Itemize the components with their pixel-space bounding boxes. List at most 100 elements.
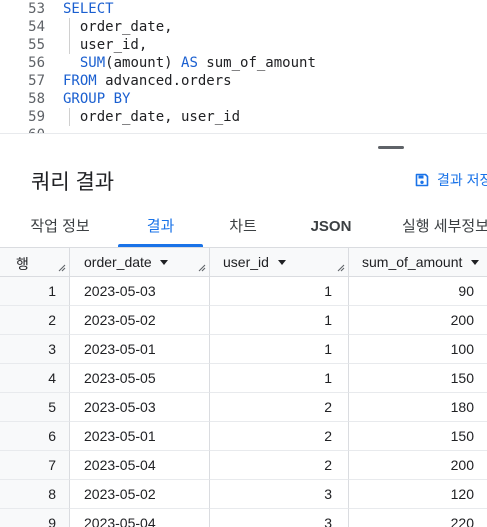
sum-of-amount-cell[interactable]: 200 [349,306,487,335]
save-icon [415,173,429,187]
code-text: order_date, user_id [63,108,240,126]
line-number: 53 [28,1,45,17]
row-number-cell: 5 [0,393,70,422]
code-line[interactable]: 59 order_date, user_id [0,108,487,126]
order-date-cell[interactable]: 2023-05-04 [70,509,210,527]
code-token: advanced.orders [96,73,232,89]
row-number-cell: 7 [0,451,70,480]
column-header-row-number: 행 [0,248,70,277]
tab-chart[interactable]: 차트 [218,207,268,247]
sum-of-amount-cell[interactable]: 220 [349,509,487,527]
code-line[interactable]: 56 SUM(amount) AS sum_of_amount [0,54,487,72]
sum-of-amount-cell[interactable]: 200 [349,451,487,480]
sql-keyword: AS [181,55,198,71]
column-header-label: user_id [223,254,269,270]
sql-editor[interactable]: 53 SELECT 54 order_date, 55 user_id, 56 SUM(… [0,0,487,133]
sum-of-amount-cell[interactable]: 120 [349,480,487,509]
sql-keyword: GROUP BY [63,91,131,107]
user-id-cell[interactable]: 3 [210,509,349,527]
sql-keyword: FROM [63,73,97,89]
row-number-cell: 4 [0,364,70,393]
code-token: sum_of_amount [197,55,316,71]
order-date-cell[interactable]: 2023-05-02 [70,480,210,509]
code-token: (amount) [105,55,182,71]
row-number-cell: 2 [0,306,70,335]
sum-of-amount-cell[interactable]: 90 [349,277,487,306]
query-results-title: 쿼리 결과 [31,171,115,194]
code-text: SUM(amount) AS sum_of_amount [63,54,316,72]
column-header-label: sum_of_amount [362,254,463,270]
line-number: 60 [0,126,45,133]
order-date-cell[interactable]: 2023-05-02 [70,306,210,335]
line-number: 59 [28,109,45,125]
code-line[interactable]: 53 SELECT [0,0,487,18]
code-text: order_date, [63,18,173,36]
column-header-sum-of-amount[interactable]: sum_of_amount [349,248,487,277]
save-results-label: 결과 저장 [437,172,487,188]
code-text: GROUP BY [63,90,130,108]
user-id-cell[interactable]: 3 [210,480,349,509]
results-table: 행 order_date user_id sum_of_amount 1 2023… [0,248,487,527]
code-line[interactable]: 55 user_id, [0,36,487,54]
column-resize-icon[interactable] [58,264,66,272]
code-line[interactable]: 54 order_date, [0,18,487,36]
row-number-cell: 9 [0,509,70,527]
user-id-cell[interactable]: 1 [210,306,349,335]
column-header-label: 행 [16,256,29,272]
line-number: 57 [28,73,45,89]
sum-of-amount-cell[interactable]: 150 [349,422,487,451]
row-number-cell: 8 [0,480,70,509]
tab-results[interactable]: 결과 [118,207,203,247]
tab-execution-details[interactable]: 실행 세부정보 [402,207,487,247]
code-token: order_date, [63,19,173,35]
results-tabs: 작업 정보 결과 차트 JSON 실행 세부정보 [0,207,487,248]
order-date-cell[interactable]: 2023-05-03 [70,277,210,306]
order-date-cell[interactable]: 2023-05-04 [70,451,210,480]
row-number-cell: 6 [0,422,70,451]
sum-of-amount-cell[interactable]: 100 [349,335,487,364]
order-date-cell[interactable]: 2023-05-03 [70,393,210,422]
drag-handle-icon[interactable] [378,146,404,149]
tab-json[interactable]: JSON [302,207,360,247]
column-header-user-id[interactable]: user_id [210,248,349,277]
column-resize-icon[interactable] [337,264,345,272]
code-token: user_id, [63,37,148,53]
sql-keyword: SUM [79,55,106,71]
code-text: FROM advanced.orders [63,72,232,90]
code-text: SELECT [63,0,114,18]
active-tab-indicator [118,244,203,247]
code-line[interactable]: 58 GROUP BY [0,90,487,108]
column-header-label: order_date [84,254,152,270]
user-id-cell[interactable]: 2 [210,422,349,451]
order-date-cell[interactable]: 2023-05-01 [70,422,210,451]
row-number-cell: 1 [0,277,70,306]
user-id-cell[interactable]: 2 [210,451,349,480]
line-number: 56 [28,55,45,71]
sum-of-amount-cell[interactable]: 180 [349,393,487,422]
code-line[interactable]: 57 FROM advanced.orders [0,72,487,90]
user-id-cell[interactable]: 1 [210,335,349,364]
order-date-cell[interactable]: 2023-05-01 [70,335,210,364]
code-line[interactable]: 60 [0,126,487,133]
row-number-cell: 3 [0,335,70,364]
tab-job-info[interactable]: 작업 정보 [20,207,100,247]
code-token: order_date, user_id [63,109,241,125]
line-number: 58 [28,91,45,107]
user-id-cell[interactable]: 2 [210,393,349,422]
line-number: 54 [28,19,45,35]
pane-splitter[interactable] [0,133,487,153]
column-resize-icon[interactable] [198,264,206,272]
sql-keyword: SELECT [63,1,114,17]
column-header-order-date[interactable]: order_date [70,248,210,277]
user-id-cell[interactable]: 1 [210,364,349,393]
line-number: 55 [28,37,45,53]
sum-of-amount-cell[interactable]: 150 [349,364,487,393]
user-id-cell[interactable]: 1 [210,277,349,306]
sort-dropdown-icon[interactable] [160,260,168,265]
sort-dropdown-icon[interactable] [278,260,286,265]
save-results-button[interactable]: 결과 저장 [415,170,487,190]
order-date-cell[interactable]: 2023-05-05 [70,364,210,393]
code-text: user_id, [63,36,147,54]
sort-dropdown-icon[interactable] [471,260,479,265]
